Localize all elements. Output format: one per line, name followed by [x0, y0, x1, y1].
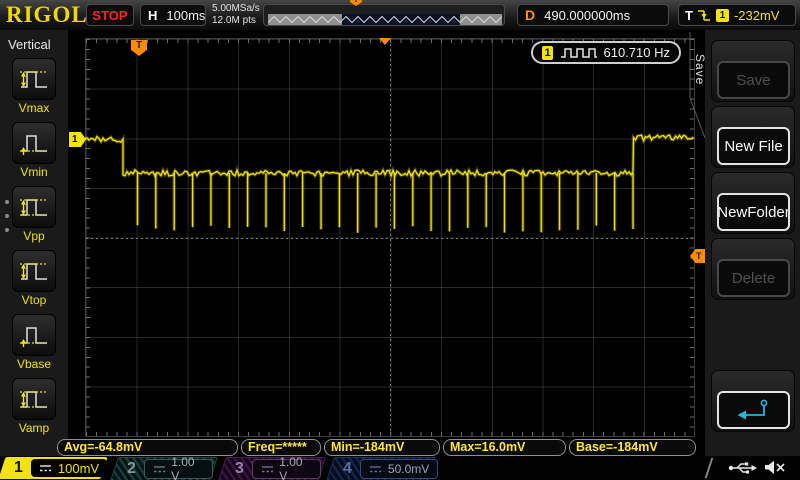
- save-softkey-menu: Save New File NewFolder Delete: [705, 30, 800, 456]
- frequency-counter-channel-badge: 1: [542, 46, 553, 60]
- vtop-icon: [18, 256, 50, 286]
- horizontal-label: H: [148, 8, 157, 23]
- sample-rate: 5.00MSa/s: [212, 3, 260, 15]
- memory-waveform-zigzag: [268, 14, 502, 25]
- delay-box[interactable]: D 490.000000ms: [517, 4, 669, 26]
- frequency-counter-value: 610.710 Hz: [604, 45, 671, 60]
- new-file-button[interactable]: New File: [717, 127, 790, 165]
- vmax-label: Vmax: [0, 101, 68, 115]
- vbase-label: Vbase: [0, 357, 68, 371]
- delay-label: D: [525, 7, 535, 23]
- channel1-number: 1: [14, 459, 23, 477]
- softkey-slot-new-folder: NewFolder: [711, 172, 795, 234]
- channel3-number: 3: [235, 460, 244, 478]
- delete-button[interactable]: Delete: [717, 259, 790, 297]
- channel2-scale: 1.00 V: [171, 455, 204, 480]
- softkey-slot-delete: Delete: [711, 238, 795, 300]
- channel4-tab[interactable]: 4 50.0mV: [326, 457, 436, 480]
- memory-depth: 12.0M pts: [212, 15, 260, 27]
- vamp-label: Vamp: [0, 421, 68, 435]
- menu-item-vpp[interactable]: Vpp: [0, 186, 68, 243]
- measurement-min: Min=-184mV: [324, 439, 440, 456]
- menu-tab-outline: [684, 30, 706, 142]
- measurement-base: Base=-184mV: [569, 439, 696, 456]
- menu-page-dot: [5, 228, 9, 232]
- delay-value: 490.000000ms: [544, 8, 630, 23]
- channel-status-bar: 1 100mV 2 1.00 V 3 1.00 V 4 50.0mV: [0, 456, 800, 480]
- trigger-label: T: [685, 8, 693, 23]
- channel4-number: 4: [343, 460, 352, 478]
- usb-icon: [728, 460, 758, 475]
- trigger-source-badge: 1: [716, 9, 729, 22]
- coupling-icon: [369, 464, 382, 474]
- vtop-label: Vtop: [0, 293, 68, 307]
- channel1-tab[interactable]: 1 100mV: [0, 457, 108, 479]
- run-state-button[interactable]: STOP: [86, 4, 134, 26]
- measurement-freq: Freq=*****: [241, 439, 321, 456]
- measurement-max: Max=16.0mV: [443, 439, 566, 456]
- timebase-overview-bar[interactable]: T: [263, 4, 505, 26]
- channel1-waveform-trace: [85, 38, 695, 437]
- trigger-box[interactable]: T 1 -232mV: [678, 4, 796, 26]
- timebase-value: 100ms: [166, 8, 205, 23]
- menu-item-vmax[interactable]: Vmax: [0, 58, 68, 115]
- return-arrow-icon: [736, 398, 772, 422]
- menu-item-vmin[interactable]: Vmin: [0, 122, 68, 179]
- square-wave-icon: [560, 46, 596, 59]
- vmin-label: Vmin: [0, 165, 68, 179]
- vpp-label: Vpp: [0, 229, 68, 243]
- vamp-icon: [18, 384, 50, 414]
- speaker-muted-icon: [764, 460, 786, 475]
- back-button[interactable]: [717, 391, 790, 429]
- menu-item-vamp[interactable]: Vamp: [0, 378, 68, 435]
- left-measure-menu: Vertical Vmax Vmin Vpp Vtop Vbase Vamp: [0, 30, 68, 456]
- channel4-scale: 50.0mV: [388, 462, 429, 476]
- statusbar-divider: [705, 458, 713, 478]
- coupling-icon: [153, 464, 165, 474]
- softkey-slot-new-file: New File: [711, 106, 795, 168]
- channel1-scale: 100mV: [58, 461, 99, 476]
- left-menu-title: Vertical: [0, 30, 68, 52]
- menu-item-vtop[interactable]: Vtop: [0, 250, 68, 307]
- trigger-level-value: -232mV: [734, 8, 780, 23]
- vmin-icon: [18, 128, 50, 158]
- vmax-icon: [18, 64, 50, 94]
- horizontal-timebase-box[interactable]: H 100ms: [140, 4, 206, 26]
- channel2-number: 2: [127, 460, 136, 478]
- softkey-slot-back: [711, 370, 795, 432]
- new-folder-button[interactable]: NewFolder: [717, 193, 790, 231]
- channel3-scale: 1.00 V: [279, 455, 312, 480]
- softkey-slot-save: Save: [711, 40, 795, 102]
- memory-strip: [268, 14, 502, 25]
- acquisition-info: 5.00MSa/s 12.0M pts: [212, 3, 260, 27]
- measurement-avg: Avg=-64.8mV: [57, 439, 238, 456]
- vbase-icon: [18, 320, 50, 350]
- vpp-icon: [18, 192, 50, 222]
- menu-page-dot: [5, 214, 9, 218]
- coupling-icon: [39, 463, 52, 473]
- top-status-bar: RIGOL STOP H 100ms 5.00MSa/s 12.0M pts T…: [0, 0, 800, 30]
- menu-page-dot: [5, 200, 9, 204]
- channel2-tab[interactable]: 2 1.00 V: [110, 457, 218, 480]
- channel3-tab[interactable]: 3 1.00 V: [218, 457, 326, 480]
- coupling-icon: [261, 464, 273, 474]
- frequency-counter: 1 610.710 Hz: [531, 41, 681, 64]
- delay-position-marker: [379, 38, 391, 51]
- overview-trigger-marker: T: [350, 0, 362, 6]
- oscilloscope-screen: RIGOL STOP H 100ms 5.00MSa/s 12.0M pts T…: [0, 0, 800, 480]
- brand-logo: RIGOL: [6, 2, 88, 28]
- channel1-zero-marker[interactable]: 1: [69, 132, 86, 147]
- falling-edge-icon: [697, 9, 711, 22]
- menu-item-vbase[interactable]: Vbase: [0, 314, 68, 371]
- save-button[interactable]: Save: [717, 61, 790, 99]
